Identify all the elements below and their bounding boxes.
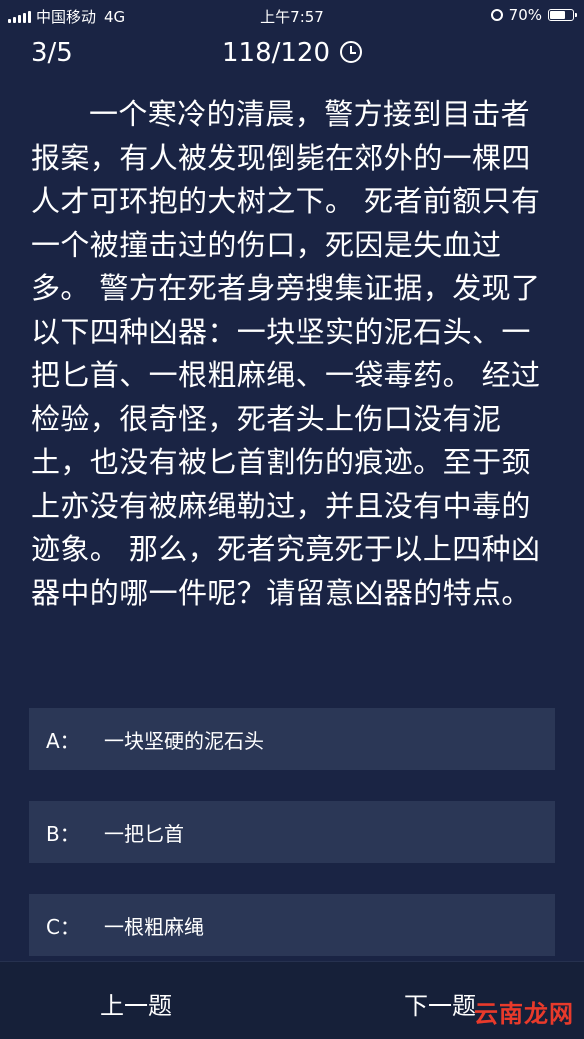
- battery-percent: 70%: [508, 6, 542, 24]
- status-bar: 中国移动 4G 上午7:57 70%: [0, 0, 584, 30]
- option-a[interactable]: A： 一块坚硬的泥石头: [29, 708, 555, 770]
- timer: 118/120: [0, 38, 584, 68]
- quiz-header: 3/5 118/120: [0, 34, 584, 74]
- option-letter: A：: [46, 728, 80, 753]
- alarm-icon: [490, 9, 503, 21]
- option-text: 一把匕首: [104, 821, 184, 846]
- option-c[interactable]: C： 一根粗麻绳: [29, 894, 555, 956]
- option-b[interactable]: B： 一把匕首: [29, 801, 555, 863]
- option-text: 一根粗麻绳: [104, 914, 204, 939]
- option-text: 一块坚硬的泥石头: [104, 728, 264, 753]
- option-letter: C：: [46, 914, 80, 939]
- option-letter: B：: [46, 821, 80, 846]
- question-text: 一个寒冷的清晨，警方接到目击者报案，有人被发现倒毙在郊外的一棵四人才可环抱的大树…: [31, 97, 541, 610]
- next-question-button[interactable]: 下一题: [404, 986, 476, 1021]
- battery-icon: [548, 9, 577, 21]
- timer-value: 118/120: [221, 38, 330, 68]
- bottom-nav: 上一题 下一题 云南龙网: [0, 961, 584, 1039]
- clock-icon: [340, 40, 362, 63]
- watermark-logo: 云南龙网: [474, 1000, 574, 1028]
- prev-question-button[interactable]: 上一题: [100, 986, 172, 1021]
- status-right: 70%: [490, 6, 577, 24]
